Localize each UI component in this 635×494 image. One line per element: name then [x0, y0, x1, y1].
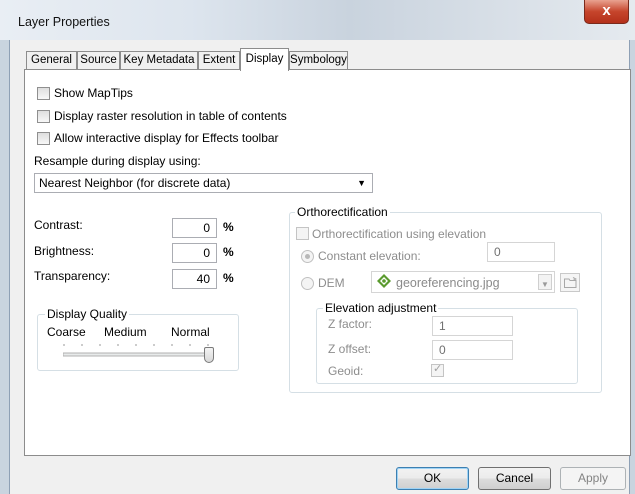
- dem-label: DEM: [318, 276, 345, 290]
- quality-coarse-label: Coarse: [47, 325, 86, 339]
- apply-button[interactable]: Apply: [560, 467, 626, 490]
- dem-select[interactable]: georeferencing.jpg ▼: [371, 271, 555, 293]
- raster-file-icon: [377, 274, 391, 288]
- raster-resolution-label: Display raster resolution in table of co…: [54, 109, 287, 123]
- constant-elevation-radio[interactable]: [301, 250, 314, 263]
- contrast-input[interactable]: 0: [172, 218, 217, 238]
- brightness-unit: %: [223, 245, 234, 259]
- slider-thumb[interactable]: [204, 347, 214, 363]
- elevation-adjustment-legend: Elevation adjustment: [323, 301, 439, 315]
- tab-symbology[interactable]: Symbology: [289, 51, 348, 69]
- tab-key-metadata[interactable]: Key Metadata: [120, 51, 198, 69]
- resample-label: Resample during display using:: [34, 154, 201, 168]
- show-maptips-checkbox[interactable]: [37, 87, 50, 100]
- transparency-label: Transparency:: [34, 269, 111, 283]
- dem-file-name: georeferencing.jpg: [396, 276, 500, 290]
- quality-normal-label: Normal: [171, 325, 210, 339]
- display-tab-panel: Show MapTips Display raster resolution i…: [24, 69, 631, 456]
- brightness-input[interactable]: 0: [172, 243, 217, 263]
- effects-toolbar-label: Allow interactive display for Effects to…: [54, 131, 279, 145]
- raster-resolution-checkbox[interactable]: [37, 110, 50, 123]
- contrast-unit: %: [223, 220, 234, 234]
- effects-toolbar-checkbox[interactable]: [37, 132, 50, 145]
- geoid-checkbox[interactable]: ✓: [431, 363, 444, 377]
- resample-select[interactable]: Nearest Neighbor (for discrete data) ▼: [34, 173, 373, 193]
- tab-extent[interactable]: Extent: [198, 51, 240, 69]
- resample-value: Nearest Neighbor (for discrete data): [39, 176, 231, 190]
- display-quality-slider[interactable]: [62, 341, 215, 363]
- quality-medium-label: Medium: [104, 325, 147, 339]
- geoid-label: Geoid:: [328, 364, 364, 378]
- transparency-input[interactable]: 40: [172, 269, 217, 289]
- close-button[interactable]: x: [584, 0, 629, 24]
- z-factor-input[interactable]: 1: [432, 316, 513, 336]
- open-folder-icon: [564, 277, 578, 291]
- chevron-down-icon: ▼: [541, 280, 549, 289]
- checkmark-icon: ✓: [433, 363, 443, 375]
- brightness-label: Brightness:: [34, 244, 95, 258]
- tab-general[interactable]: General: [26, 51, 77, 69]
- orthorectification-legend: Orthorectification: [295, 205, 390, 219]
- dropdown-arrow-icon: ▼: [357, 178, 366, 188]
- tab-display[interactable]: Display: [240, 48, 289, 71]
- constant-elevation-label: Constant elevation:: [318, 249, 421, 263]
- contrast-label: Contrast:: [34, 218, 83, 232]
- z-offset-input[interactable]: 0: [432, 340, 513, 360]
- transparency-unit: %: [223, 271, 234, 285]
- ortho-elevation-label: Orthorectification using elevation: [312, 227, 487, 241]
- display-quality-legend: Display Quality: [45, 307, 130, 321]
- z-offset-label: Z offset:: [328, 342, 372, 356]
- show-maptips-label: Show MapTips: [54, 86, 133, 100]
- constant-elevation-input[interactable]: 0: [487, 242, 555, 262]
- cancel-button[interactable]: Cancel: [478, 467, 551, 490]
- dem-dropdown-button[interactable]: ▼: [538, 274, 552, 290]
- dem-radio[interactable]: [301, 277, 314, 290]
- close-icon: x: [602, 2, 611, 19]
- ortho-elevation-checkbox[interactable]: [296, 227, 309, 240]
- slider-track-graphic: [62, 344, 214, 357]
- tab-source[interactable]: Source: [77, 51, 120, 69]
- browse-dem-button[interactable]: [560, 273, 580, 292]
- ok-button[interactable]: OK: [396, 467, 469, 490]
- window-title: Layer Properties: [18, 15, 110, 29]
- z-factor-label: Z factor:: [328, 317, 373, 331]
